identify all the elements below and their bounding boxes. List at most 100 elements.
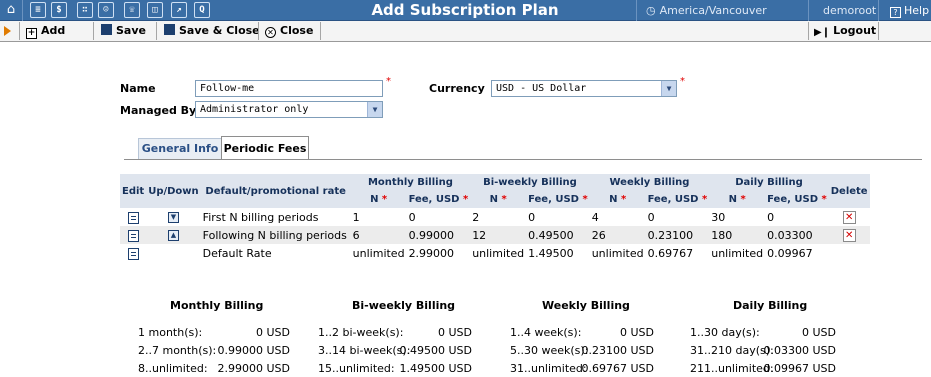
- required-mark: *: [740, 194, 746, 205]
- sub-header-n: N *: [709, 191, 766, 208]
- cell-value: 0.49500: [526, 226, 590, 244]
- sub-header-fee: Fee, USD *: [526, 191, 590, 208]
- cell-value: 0.09967: [767, 246, 813, 260]
- person-icon[interactable]: ☺: [98, 2, 114, 18]
- periodic-fees-table: Edit Up/Down Default/promotional rate Mo…: [120, 174, 870, 262]
- required-mark: *: [821, 194, 827, 205]
- sub-header-text: N: [489, 194, 498, 205]
- required-mark: *: [381, 194, 388, 205]
- rate-label: Following N billing periods: [200, 226, 351, 244]
- grid-icon[interactable]: ∷: [77, 2, 93, 18]
- summary-period: 5..30 week(s):: [510, 344, 589, 357]
- summary-value: 0.23100 USD: [581, 344, 655, 357]
- current-user: demoroot: [823, 4, 877, 17]
- rate-label: First N billing periods: [202, 210, 319, 224]
- add-icon: +: [26, 28, 37, 39]
- managed-by-label: Managed By: [120, 104, 197, 117]
- edit-icon[interactable]: [127, 229, 139, 242]
- managed-by-select[interactable]: Administrator only ▼: [195, 101, 383, 118]
- divider: [636, 0, 637, 21]
- clock-icon: ◷: [646, 4, 656, 17]
- summary-value: 0 USD: [802, 326, 836, 339]
- tab-periodic-fees[interactable]: Periodic Fees: [221, 136, 309, 160]
- move-down-icon[interactable]: ▼: [167, 212, 179, 223]
- sub-header-n: N *: [589, 191, 646, 208]
- divider: [22, 0, 23, 21]
- cell-value: 0.23100: [645, 226, 710, 244]
- col-delete-header: Delete: [828, 174, 870, 208]
- currency-label: Currency: [429, 82, 485, 95]
- home-icon[interactable]: ⌂: [3, 2, 19, 18]
- save-button[interactable]: Save: [101, 21, 146, 41]
- divider: [878, 0, 879, 21]
- edit-icon[interactable]: [127, 211, 139, 224]
- save-label: Save: [116, 24, 146, 37]
- summary-period: 31..unlimited:: [510, 362, 587, 375]
- save-close-button[interactable]: Save & Close: [164, 21, 260, 41]
- sub-header-fee: Fee, USD *: [645, 191, 710, 208]
- summary-period: 1..30 day(s):: [690, 326, 760, 339]
- help-link[interactable]: ? Help: [890, 4, 929, 18]
- summary-period: 1..4 week(s):: [510, 326, 582, 339]
- sub-header-n: N *: [350, 191, 407, 208]
- graph-icon[interactable]: ↗: [171, 2, 187, 18]
- summary-value: 0.99000 USD: [217, 344, 291, 357]
- summary-value: 0 USD: [438, 326, 472, 339]
- add-button[interactable]: + Add: [26, 21, 65, 41]
- currency-value: USD - US Dollar: [496, 83, 587, 94]
- summary-value: 0.09967 USD: [763, 362, 837, 375]
- summary-value: 2.99000 USD: [217, 362, 291, 375]
- list-icon[interactable]: ≡: [30, 2, 46, 18]
- move-up-icon[interactable]: ▲: [167, 230, 179, 241]
- currency-select[interactable]: USD - US Dollar ▼: [491, 80, 677, 97]
- required-mark: *: [582, 194, 588, 205]
- sub-header-fee: Fee, USD *: [406, 191, 471, 208]
- cell-value: 180: [709, 226, 766, 244]
- delete-icon[interactable]: ✕: [842, 210, 856, 224]
- chevron-down-icon: ▼: [661, 81, 676, 96]
- cell-value: 12: [470, 226, 527, 244]
- col-updown-header: Up/Down: [146, 174, 201, 208]
- divider: [808, 0, 809, 21]
- cards-icon[interactable]: ◫: [147, 2, 163, 18]
- logout-button[interactable]: ▶❙ Logout: [814, 21, 876, 41]
- tab-general-info[interactable]: General Info: [138, 138, 222, 160]
- name-input[interactable]: Follow-me: [195, 80, 383, 97]
- top-bar: ⌂ ≡ $ ∷ ☺ ☏ ◫ ↗ Q Add Subscription Plan …: [0, 0, 931, 21]
- timezone-link[interactable]: ◷ America/Vancouver: [646, 4, 767, 17]
- summary-period: 2..7 month(s):: [138, 344, 217, 357]
- summary-value: 0 USD: [620, 326, 654, 339]
- sub-header-text: N: [609, 194, 618, 205]
- summary-value: 0 USD: [256, 326, 290, 339]
- search-icon[interactable]: Q: [194, 2, 210, 18]
- sub-header-text: Fee, USD: [767, 194, 819, 205]
- table-row: ▼ First N billing periods 1 0 2 0 4 0 30…: [120, 208, 870, 226]
- logout-label: Logout: [833, 24, 877, 37]
- close-button[interactable]: ✕ Close: [265, 21, 313, 41]
- cell-value: 0.69767: [647, 246, 694, 260]
- divider: [156, 22, 157, 40]
- cell-value: 0.99000: [406, 226, 471, 244]
- required-mark: *: [462, 194, 469, 205]
- required-mark: *: [501, 194, 507, 205]
- save-close-icon: [164, 24, 175, 35]
- name-label: Name: [120, 82, 156, 95]
- col-rate-header: Default/promotional rate: [200, 174, 351, 208]
- summary-period: 1..2 bi-week(s):: [318, 326, 404, 339]
- summary-period: 15..unlimited:: [318, 362, 395, 375]
- group-header: Weekly Billing: [589, 174, 710, 191]
- cell-value: unlimited: [472, 246, 525, 260]
- phone-icon[interactable]: ☏: [124, 2, 140, 18]
- timezone-label: America/Vancouver: [659, 4, 767, 17]
- cell-value: 0: [767, 210, 775, 224]
- delete-icon[interactable]: ✕: [842, 228, 856, 242]
- toolbar: + Add Save Save & Close ✕ Close ▶❙ Logout: [0, 21, 931, 42]
- sub-header-text: N: [370, 194, 379, 205]
- dollar-icon[interactable]: $: [51, 2, 67, 18]
- required-mark: *: [701, 194, 708, 205]
- edit-icon[interactable]: [127, 247, 139, 260]
- divider: [878, 22, 879, 40]
- close-icon: ✕: [265, 27, 276, 38]
- cell-value: 30: [711, 210, 726, 224]
- cell-value: 1: [352, 210, 360, 224]
